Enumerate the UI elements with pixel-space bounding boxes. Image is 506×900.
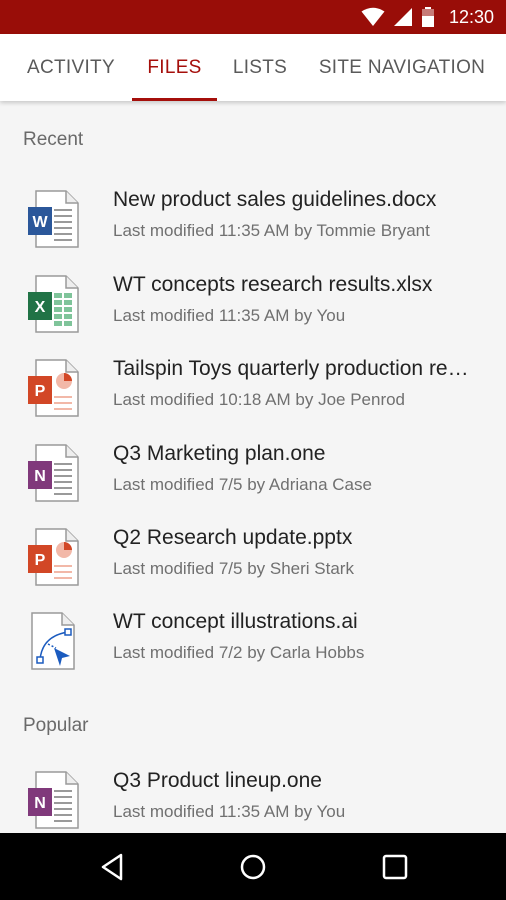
tab-activity[interactable]: ACTIVITY [14,34,128,101]
status-time: 12:30 [448,6,494,27]
file-name: WT concept illustrations.ai [113,610,358,633]
file-name: New product sales guidelines.docx [113,188,437,211]
back-icon [101,853,123,881]
file-name: Q3 Marketing plan.one [113,442,326,465]
file-name: Tailspin Toys quarterly production repor… [113,357,473,380]
recent-section-label: Recent [23,129,84,150]
recents-button[interactable] [375,849,415,885]
file-name: Q3 Product lineup.one [113,769,322,792]
list-item[interactable]: X WT concepts research results.xlsx Last… [0,267,506,347]
tab-lists[interactable]: LISTS [222,34,298,101]
icon-letter: N [34,795,46,812]
wifi-icon [361,7,385,26]
file-meta: Last modified 11:35 AM by Tommie Bryant [113,221,430,240]
list-item[interactable]: W New product sales guidelines.docx Last… [0,182,506,262]
file-meta: Last modified 7/2 by Carla Hobbs [113,643,365,662]
icon-letter: P [35,383,46,400]
icon-letter: W [32,214,48,231]
file-name: WT concepts research results.xlsx [113,273,433,296]
onenote-icon: N [28,771,79,829]
list-item[interactable]: N Q3 Product lineup.one Last modified 11… [0,763,506,843]
home-icon [240,854,266,880]
file-name: Q2 Research update.pptx [113,526,353,549]
file-meta: Last modified 11:35 AM by You [113,802,346,821]
icon-letter: X [35,299,46,316]
list-item[interactable]: N Q3 Marketing plan.one Last modified 7/… [0,436,506,516]
powerpoint-icon: P [28,359,79,417]
list-item[interactable]: P Q2 Research update.pptx Last modified … [0,520,506,600]
popular-section-label: Popular [23,715,89,736]
word-doc-icon: W [28,190,79,248]
file-meta: Last modified 7/5 by Sheri Stark [113,559,354,578]
status-icons: 12:30 [361,0,494,34]
list-item[interactable]: WT concept illustrations.ai Last modifie… [0,604,506,684]
vector-file-icon [31,612,75,670]
icon-letter: P [35,552,46,569]
powerpoint-icon: P [28,528,79,586]
tab-bar: ACTIVITY FILES LISTS SITE NAVIGATION [0,34,506,101]
file-meta: Last modified 7/5 by Adriana Case [113,475,372,494]
signal-icon [393,8,412,26]
excel-sheet-icon: X [28,275,79,333]
home-button[interactable] [233,849,273,885]
onenote-icon: N [28,444,79,502]
battery-icon [421,7,434,27]
tab-files[interactable]: FILES [132,34,217,101]
tab-site-navigation[interactable]: SITE NAVIGATION [310,34,494,101]
navigation-bar [0,833,506,900]
list-item[interactable]: P Tailspin Toys quarterly production rep… [0,351,506,431]
recents-icon [382,854,408,880]
back-button[interactable] [92,849,132,885]
icon-letter: N [34,468,46,485]
file-meta: Last modified 10:18 AM by Joe Penrod [113,390,406,409]
file-meta: Last modified 11:35 AM by You [113,306,346,325]
status-bar: 12:30 [0,0,506,34]
